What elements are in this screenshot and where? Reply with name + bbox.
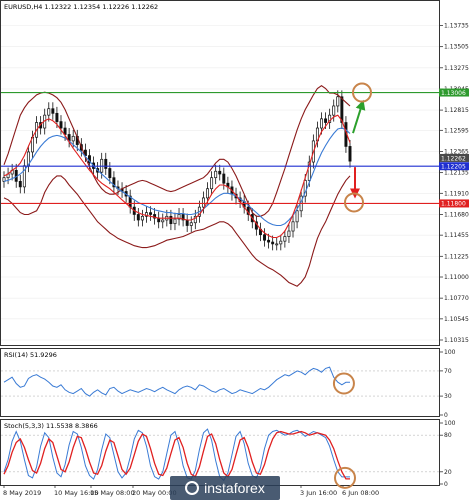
candle bbox=[55, 112, 59, 122]
rsi-tick-label: 30 bbox=[444, 393, 452, 400]
support-label: 1.11800 bbox=[441, 201, 466, 208]
candle bbox=[51, 108, 55, 114]
rsi-tick-label: 100 bbox=[444, 349, 456, 356]
candle bbox=[201, 197, 205, 208]
candle bbox=[161, 219, 165, 223]
candle bbox=[295, 210, 299, 223]
stoch-tick-label: 0 bbox=[444, 481, 448, 488]
candle bbox=[336, 96, 340, 107]
candle bbox=[283, 236, 287, 242]
time-tick-label: 3 Jun 16:00 bbox=[300, 489, 337, 497]
rsi-tick-label: 0 bbox=[444, 412, 448, 419]
price-tick-label: 1.11680 bbox=[444, 211, 469, 218]
price-tick-label: 1.11910 bbox=[444, 190, 469, 197]
candle bbox=[267, 239, 271, 243]
candle bbox=[206, 188, 209, 199]
candle bbox=[210, 177, 214, 190]
candle bbox=[185, 219, 189, 226]
time-tick-label: 15 May 08:00 bbox=[90, 489, 135, 497]
pivot-label: 1.12205 bbox=[441, 163, 466, 170]
candle bbox=[189, 222, 193, 226]
candle bbox=[47, 108, 51, 116]
candle bbox=[348, 146, 352, 162]
main-header: EURUSD,H4 1.12322 1.12354 1.12226 1.1226… bbox=[4, 3, 158, 11]
rsi-panel bbox=[0, 348, 440, 417]
current-price-label: 1.12262 bbox=[441, 155, 466, 162]
candle bbox=[71, 135, 75, 142]
price-tick-label: 1.10315 bbox=[444, 337, 469, 344]
candle bbox=[324, 118, 328, 123]
candle bbox=[173, 218, 177, 225]
watermark-logo-icon bbox=[185, 481, 200, 495]
candle bbox=[271, 241, 275, 245]
price-tick-label: 1.10770 bbox=[444, 295, 469, 302]
candle bbox=[222, 173, 226, 184]
price-tick-label: 1.12815 bbox=[444, 107, 469, 114]
stoch-tick-label: 80 bbox=[444, 432, 452, 439]
candle bbox=[108, 168, 112, 179]
candle bbox=[340, 96, 344, 123]
candle bbox=[320, 118, 323, 129]
candle bbox=[18, 181, 22, 188]
candle bbox=[218, 170, 222, 175]
candle bbox=[59, 121, 63, 129]
candle bbox=[263, 234, 266, 241]
price-tick-label: 1.13735 bbox=[444, 22, 469, 29]
price-tick-label: 1.11225 bbox=[444, 253, 469, 260]
price-tick-label: 1.13505 bbox=[444, 44, 469, 51]
stoch-header: Stoch(5,3,3) 11.5538 8.3866 bbox=[4, 422, 98, 430]
candle bbox=[279, 240, 283, 245]
chart-root: 1.137351.135051.132751.130451.128151.125… bbox=[0, 0, 469, 497]
candle bbox=[214, 170, 218, 179]
price-tick-label: 1.11455 bbox=[444, 232, 469, 239]
time-tick-label: 6 Jun 08:00 bbox=[342, 489, 379, 497]
candle bbox=[275, 243, 279, 246]
price-tick-label: 1.13275 bbox=[444, 65, 469, 72]
price-tick-label: 1.11000 bbox=[444, 274, 469, 281]
candle bbox=[287, 230, 291, 237]
candle bbox=[149, 212, 153, 215]
watermark-text: instaforex bbox=[204, 480, 265, 496]
candle bbox=[136, 214, 140, 221]
candle bbox=[291, 221, 295, 232]
rsi-tick-label: 70 bbox=[444, 368, 452, 375]
price-tick-label: 1.12595 bbox=[444, 127, 469, 134]
candle bbox=[332, 105, 336, 116]
stoch-tick-label: 100 bbox=[444, 420, 456, 427]
watermark-bar: instaforex bbox=[170, 476, 280, 500]
price-tick-label: 1.10545 bbox=[444, 316, 469, 323]
time-tick-label: 8 May 2019 bbox=[3, 489, 41, 497]
rsi-header: RSI(14) 51.9296 bbox=[4, 351, 57, 359]
candle bbox=[104, 158, 108, 169]
candle bbox=[169, 215, 173, 225]
price-tick-label: 1.12135 bbox=[444, 170, 469, 177]
stoch-tick-label: 20 bbox=[444, 469, 452, 476]
candle bbox=[140, 215, 144, 221]
price-axis: 1.137351.135051.132751.130451.128151.125… bbox=[439, 22, 469, 344]
resistance-label: 1.13006 bbox=[441, 90, 466, 97]
